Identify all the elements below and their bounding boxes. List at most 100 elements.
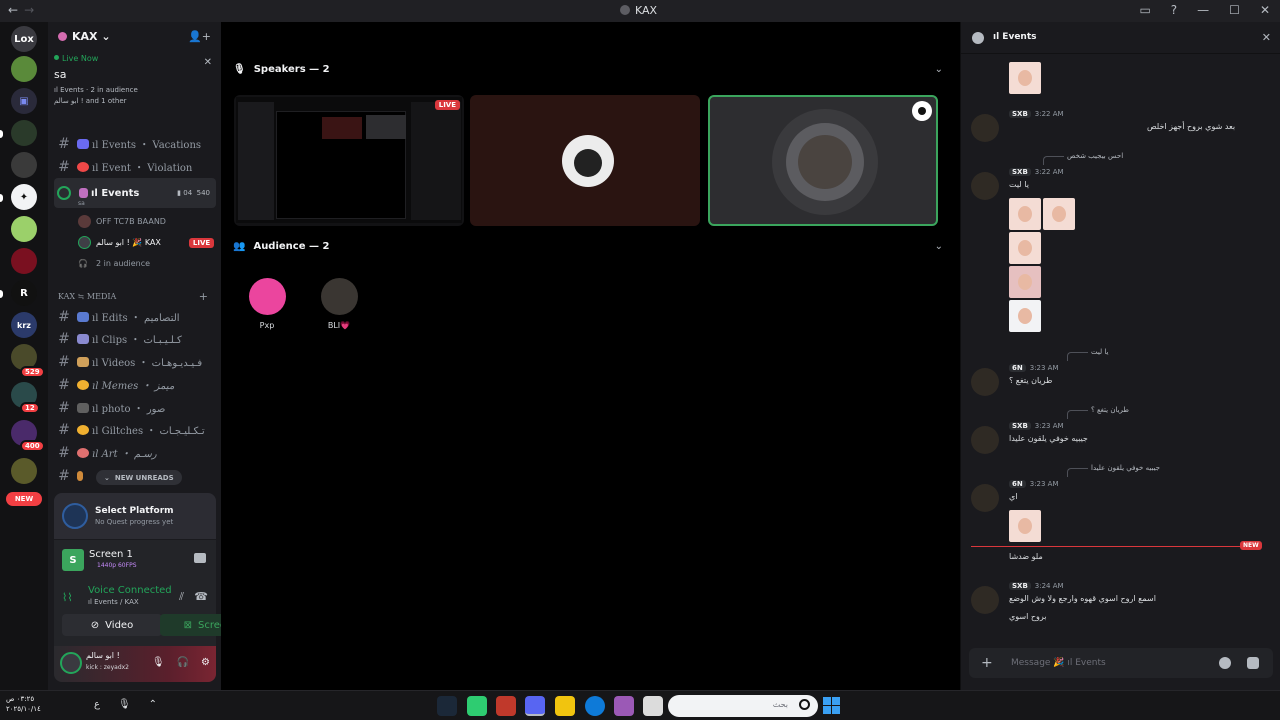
help-icon[interactable]: ? <box>1171 3 1177 17</box>
server-icon[interactable] <box>11 248 37 274</box>
server-icon[interactable] <box>11 56 37 82</box>
composer-placeholder[interactable]: Message 🎉 ıl Events <box>1011 658 1106 668</box>
audience-member[interactable]: Pxp <box>237 278 297 330</box>
chat-message[interactable]: SXB 3:22 AM يا ليت <box>971 168 1271 200</box>
signal-icon[interactable]: ⌇⌇ <box>62 591 73 604</box>
user-name[interactable]: ابو سالم ! <box>86 651 120 660</box>
windows-start-icon[interactable] <box>823 697 840 714</box>
server-icon-r[interactable]: R <box>11 280 37 306</box>
avatar[interactable] <box>971 484 999 512</box>
close-icon[interactable]: ✕ <box>1262 31 1271 44</box>
channel-giltches[interactable]: # ıl Giltches ・ تـكـليـجـات <box>54 419 216 440</box>
server-folder-icon[interactable] <box>11 458 37 484</box>
screen-button[interactable]: ⊠ Screen <box>160 614 221 636</box>
voice-member[interactable]: ابو سالم ! 🎉 KAX LIVE <box>78 236 215 249</box>
add-member-icon[interactable]: 👤+ <box>188 30 211 43</box>
stop-stream-icon[interactable] <box>194 553 206 563</box>
back-arrow-icon[interactable]: ← <box>8 3 24 17</box>
sticker-image[interactable] <box>1009 62 1041 94</box>
audience-count[interactable]: 🎧 2 in audience <box>78 259 150 268</box>
inbox-icon[interactable]: ▭ <box>1139 3 1150 17</box>
stream-tile[interactable]: LIVE <box>234 95 464 226</box>
forward-arrow-icon[interactable]: → <box>24 3 40 17</box>
language-indicator[interactable]: ع <box>94 699 100 710</box>
sticker-image[interactable] <box>1009 510 1041 542</box>
copilot-icon[interactable] <box>614 696 634 716</box>
new-unreads-button[interactable]: ⌄ NEW UNREADS <box>96 470 182 485</box>
chevron-down-icon[interactable]: ⌄ <box>935 241 943 252</box>
sticker-image[interactable] <box>1009 198 1041 230</box>
avatar[interactable] <box>971 368 999 396</box>
server-header[interactable]: KAX ⌄ <box>58 30 111 43</box>
category-media[interactable]: KAX ≒ MEDIA + <box>58 290 208 303</box>
app-icon[interactable] <box>643 696 663 716</box>
new-pill[interactable]: NEW <box>6 492 42 506</box>
chevron-down-icon[interactable]: ⌄ <box>935 64 943 75</box>
server-icon[interactable] <box>11 152 37 178</box>
sticker-image[interactable] <box>1043 198 1075 230</box>
discord-app-icon[interactable] <box>525 696 545 716</box>
emoji-icon[interactable] <box>1219 657 1231 669</box>
channel-edits[interactable]: # ıl Edits ・ التصاميم <box>54 306 216 327</box>
app-icon[interactable] <box>496 696 516 716</box>
server-icon-krz[interactable]: krz <box>11 312 37 338</box>
sticker-image[interactable] <box>1009 300 1041 332</box>
voice-member[interactable]: OFF TC7B BAAND <box>78 215 166 228</box>
sticker-image[interactable] <box>1009 232 1041 264</box>
reply-preview[interactable]: جيبيه خوفي يلقون عليدا <box>1066 464 1160 477</box>
close-window-icon[interactable]: ✕ <box>1260 3 1270 17</box>
audience-header[interactable]: 👥 Audience — 2 <box>233 241 329 252</box>
microphone-icon[interactable]: 🎙 <box>118 699 131 710</box>
channel-events-vacations[interactable]: # ıl Events ・ Vacations <box>54 133 216 154</box>
avatar[interactable] <box>971 172 999 200</box>
add-channel-icon[interactable]: + <box>199 290 208 303</box>
server-icon-lox[interactable]: Lox <box>11 26 37 52</box>
avatar[interactable] <box>60 652 82 674</box>
steam-app-icon[interactable] <box>437 696 457 716</box>
chat-message[interactable]: 6N 3:23 AM طريان يتغع ؟ <box>971 364 1271 396</box>
gear-icon[interactable]: ⚙ <box>201 657 210 668</box>
app-icon[interactable] <box>467 696 487 716</box>
speaker-tile[interactable] <box>470 95 700 226</box>
file-explorer-icon[interactable] <box>555 696 575 716</box>
noise-suppression-icon[interactable]: ⫽ <box>179 590 184 604</box>
channel-videos[interactable]: # ıl Videos ・ فـيـديـوهـات <box>54 351 216 372</box>
reply-preview[interactable]: احس بيجيب شخص <box>1042 152 1123 165</box>
server-icon[interactable] <box>11 120 37 146</box>
dm-folder-icon[interactable]: ▣ <box>11 88 37 114</box>
avatar[interactable] <box>971 426 999 454</box>
reply-preview[interactable]: يا ليت <box>1066 348 1108 361</box>
reply-preview[interactable]: طريان يتغع ؟ <box>1067 406 1129 419</box>
avatar[interactable] <box>971 114 999 142</box>
headphones-icon[interactable]: 🎧 <box>177 657 189 668</box>
message-text[interactable]: ملو ضدشا <box>1009 552 1043 561</box>
sticker-icon[interactable] <box>1247 657 1259 669</box>
channel-clips[interactable]: # ıl Clips ・ كـلـيـبـات <box>54 328 216 349</box>
avatar[interactable] <box>971 586 999 614</box>
audience-member[interactable]: BLI💗 <box>309 278 369 330</box>
chat-message[interactable]: SXB 3:24 AM اسمع اروح اسوي قهوه وارجع ولا… <box>971 582 1271 628</box>
microphone-icon[interactable]: 🎙 <box>152 657 165 668</box>
quest-panel[interactable]: Select Platform No Quest progress yet <box>54 493 216 539</box>
voice-status[interactable]: Voice Connected <box>88 585 172 596</box>
speakers-header[interactable]: 🎙 Speakers — 2 <box>233 64 330 75</box>
moderator-icon[interactable] <box>912 101 932 121</box>
channel-art[interactable]: # ıl Art ・ رسـم <box>54 442 216 463</box>
chat-message[interactable]: SXB 3:22 AM بعد شوي بروح أجهز اخلص <box>971 110 1271 142</box>
video-button[interactable]: ⊘ Video <box>62 614 162 636</box>
minimize-icon[interactable]: — <box>1197 3 1209 17</box>
channel-photo[interactable]: # ıl photo ・ صور <box>54 397 216 418</box>
channel-memes[interactable]: # ıl Memes ・ ميمز <box>54 374 216 395</box>
live-now-card[interactable]: Live Now ✕ sa ıl Events · 2 in audience … <box>54 54 216 120</box>
channel-event-violation[interactable]: # ıl Event ・ Violation <box>54 156 216 177</box>
speaker-tile-active[interactable] <box>708 95 938 226</box>
voice-channel[interactable]: ıl Events / KAX <box>88 598 139 606</box>
server-icon[interactable] <box>11 216 37 242</box>
chevron-up-icon[interactable]: ⌃ <box>149 699 157 710</box>
screen-share-panel[interactable]: S Screen 1 1440p 60FPS <box>54 540 216 580</box>
search-box[interactable]: بحث <box>668 695 818 717</box>
server-icon[interactable]: ✦ <box>11 184 37 210</box>
chat-message[interactable]: SXB 3:23 AM جيبيه خوفي يلقون عليدا <box>971 422 1271 454</box>
edge-browser-icon[interactable] <box>585 696 605 716</box>
close-icon[interactable]: ✕ <box>204 57 212 68</box>
